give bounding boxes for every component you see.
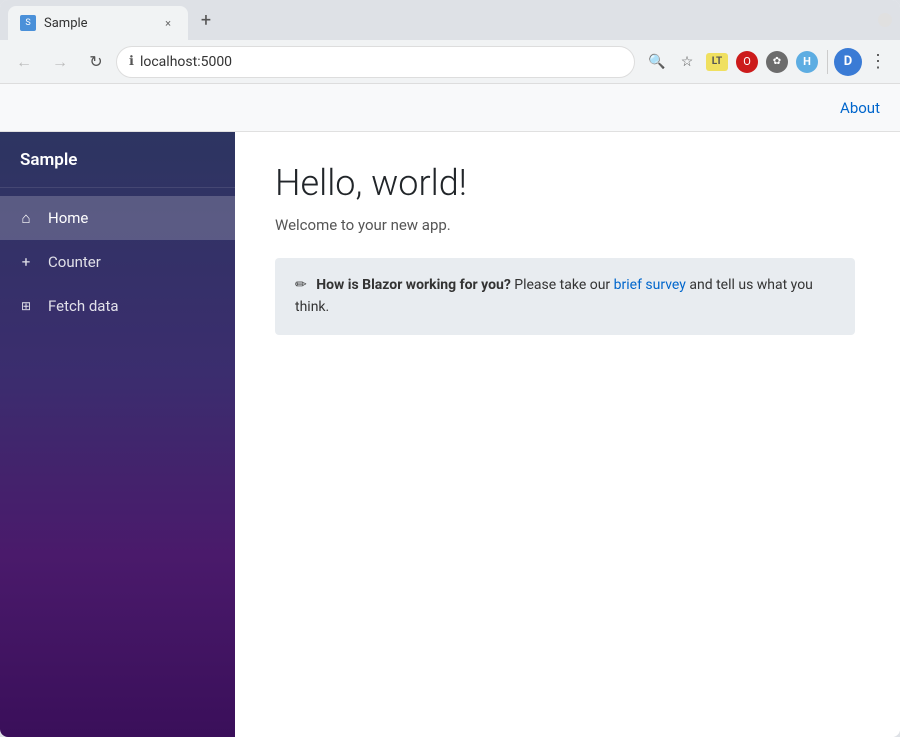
sidebar-item-fetch-data-label: Fetch data (48, 297, 119, 315)
address-bar[interactable]: ℹ localhost:5000 (116, 46, 635, 78)
toolbar-icons: 🔍 ☆ LT O ✿ H D ⋮ (643, 48, 892, 76)
sidebar-item-fetch-data[interactable]: ⊞ Fetch data (0, 284, 235, 328)
tab-close-button[interactable]: × (160, 15, 176, 31)
tab-favicon: S (20, 15, 36, 31)
about-link[interactable]: About (840, 99, 880, 117)
sidebar-item-home[interactable]: ⌂ Home (0, 196, 235, 240)
opera-icon: O (736, 51, 758, 73)
reload-button[interactable]: ↻ (80, 46, 112, 78)
toolbar-separator (827, 50, 828, 74)
survey-link[interactable]: brief survey (614, 277, 686, 293)
home-icon: ⌂ (16, 209, 36, 227)
window-close-button[interactable]: × (878, 13, 892, 27)
more-options-button[interactable]: ⋮ (864, 48, 892, 76)
ext-icon: ✿ (766, 51, 788, 73)
pencil-icon: ✏ (295, 274, 307, 296)
address-text: localhost:5000 (140, 54, 622, 70)
forward-button[interactable]: → (44, 46, 76, 78)
lt-icon: LT (706, 53, 728, 71)
h-icon: H (796, 51, 818, 73)
opera-icon-button[interactable]: O (733, 48, 761, 76)
window-controls: × (878, 13, 892, 27)
sidebar-item-counter-label: Counter (48, 253, 101, 271)
title-bar: S Sample × + × (0, 0, 900, 40)
browser-toolbar: ← → ↻ ℹ localhost:5000 🔍 ☆ LT O ✿ H (0, 40, 900, 84)
ext-icon-button[interactable]: ✿ (763, 48, 791, 76)
app-frame: About Sample ⌂ Home + Counter ⊞ (0, 84, 900, 737)
browser-window: S Sample × + × ← → ↻ ℹ localhost:5000 (0, 0, 900, 737)
app-body: Sample ⌂ Home + Counter ⊞ Fetch data (0, 132, 900, 737)
tab-title: Sample (44, 16, 152, 31)
survey-box: ✏ How is Blazor working for you? Please … (275, 258, 855, 335)
h-icon-button[interactable]: H (793, 48, 821, 76)
bookmark-icon-button[interactable]: ☆ (673, 48, 701, 76)
sidebar: Sample ⌂ Home + Counter ⊞ Fetch data (0, 132, 235, 737)
sidebar-nav: ⌂ Home + Counter ⊞ Fetch data (0, 188, 235, 336)
survey-bold-text: How is Blazor working for you? (316, 277, 511, 293)
avatar-button[interactable]: D (834, 48, 862, 76)
page-heading: Hello, world! (275, 162, 860, 204)
tab-area: S Sample × + (8, 0, 870, 40)
counter-icon: + (16, 253, 36, 271)
fetch-data-icon: ⊞ (16, 299, 36, 313)
survey-text: ✏ How is Blazor working for you? Please … (295, 274, 835, 319)
main-content: Hello, world! Welcome to your new app. ✏… (235, 132, 900, 737)
new-tab-button[interactable]: + (192, 6, 220, 34)
app-header: About (0, 84, 900, 132)
lt-icon-button[interactable]: LT (703, 48, 731, 76)
search-icon-button[interactable]: 🔍 (643, 48, 671, 76)
sidebar-item-counter[interactable]: + Counter (0, 240, 235, 284)
sidebar-item-home-label: Home (48, 209, 88, 227)
page-subtext: Welcome to your new app. (275, 216, 860, 234)
sidebar-brand: Sample (0, 132, 235, 188)
back-button[interactable]: ← (8, 46, 40, 78)
address-info-icon: ℹ (129, 54, 134, 69)
active-tab[interactable]: S Sample × (8, 6, 188, 40)
survey-pre-text: Please take our (511, 277, 614, 293)
